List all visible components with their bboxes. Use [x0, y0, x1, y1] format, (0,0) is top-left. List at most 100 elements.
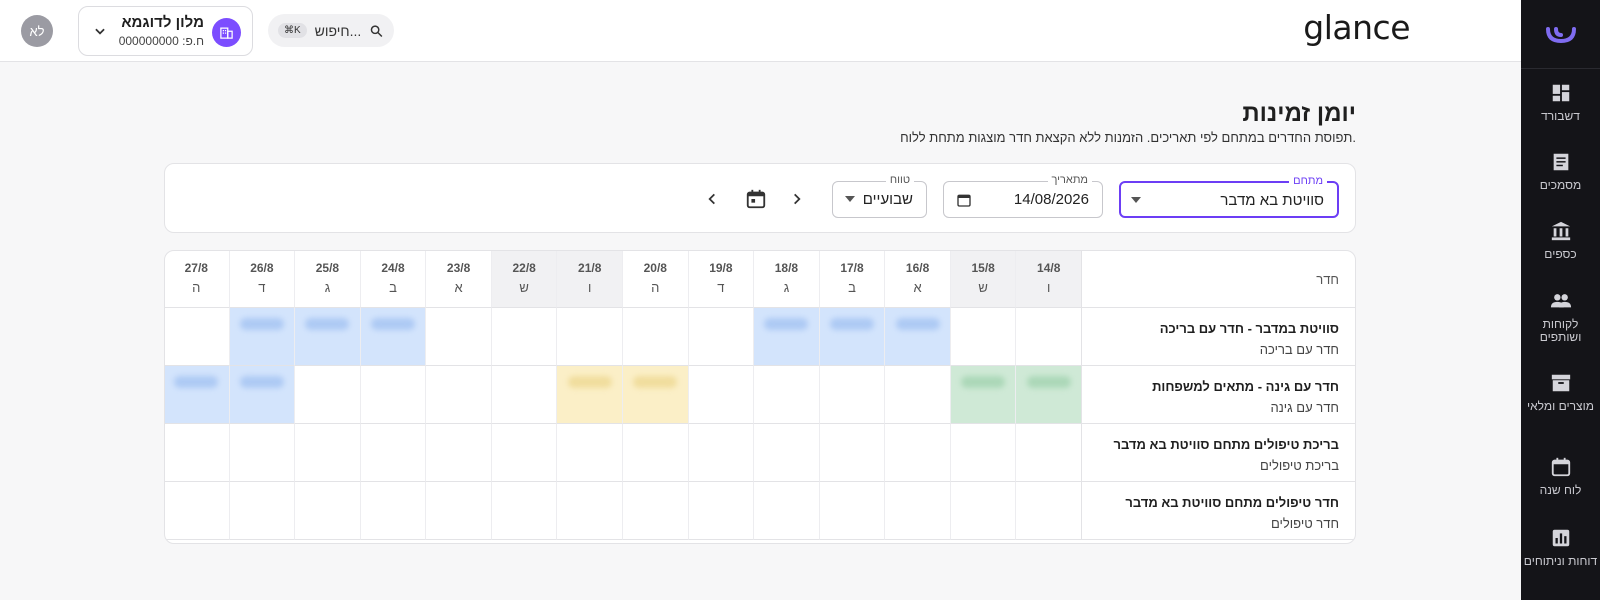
availability-cell[interactable] [556, 424, 622, 482]
availability-cell[interactable] [949, 482, 1016, 540]
availability-cell[interactable] [490, 308, 557, 366]
day-date: 25/8 [315, 261, 340, 275]
complex-select[interactable]: מתחם סוויטת בא מדבר [1119, 175, 1339, 218]
sidebar-item-documents[interactable]: מסמכים [1521, 151, 1600, 192]
booking-cell[interactable] [884, 308, 950, 366]
range-select[interactable]: טווח שבועיים [832, 174, 927, 218]
sidebar-item-reports[interactable]: דוחות וניתוחים [1521, 527, 1600, 568]
availability-cell[interactable] [359, 482, 426, 540]
availability-cell[interactable] [687, 482, 754, 540]
search-bar[interactable]: ⌘K חיפוש... [268, 14, 394, 47]
availability-cell[interactable] [556, 308, 622, 366]
range-value: שבועיים [862, 191, 913, 208]
availability-cell[interactable] [228, 424, 295, 482]
sidebar-item-customers[interactable]: לקוחות ושותפים [1521, 290, 1600, 344]
availability-cell[interactable] [753, 482, 819, 540]
availability-cell[interactable] [228, 482, 295, 540]
hotel-switcher[interactable]: מלון לדוגמא ח.פ: 000000000 [78, 6, 253, 56]
availability-cell[interactable] [818, 424, 885, 482]
availability-cell[interactable] [818, 366, 885, 424]
search-shortcut-badge: ⌘K [278, 23, 307, 38]
sidebar-item-calendar[interactable]: לוח שנה [1521, 456, 1600, 497]
availability-cell[interactable] [165, 482, 229, 540]
sidebar-item-dashboard[interactable]: דשבורד [1521, 82, 1600, 123]
room-type: בריכת טיפולים [1260, 458, 1339, 473]
availability-cell[interactable] [490, 482, 557, 540]
day-of-week: א [454, 280, 463, 295]
sidebar-item-products[interactable]: מוצרים ומלאי [1521, 372, 1600, 413]
booking-cell[interactable] [753, 308, 819, 366]
sidebar-item-label: מוצרים ומלאי [1527, 399, 1594, 413]
day-date: 14/8 [1037, 261, 1061, 275]
availability-cell[interactable] [294, 366, 360, 424]
next-period-button[interactable] [785, 187, 809, 211]
availability-cell[interactable] [556, 482, 622, 540]
range-label: טווח [885, 174, 914, 186]
booking-cell[interactable] [1015, 366, 1081, 424]
building-icon [212, 18, 241, 47]
day-date: 18/8 [774, 261, 799, 275]
booking-guest-label [830, 318, 875, 330]
availability-cell[interactable] [425, 424, 491, 482]
today-button[interactable] [742, 185, 770, 213]
availability-cell[interactable] [1015, 482, 1081, 540]
day-column-header: 14/8 ו [1015, 251, 1081, 308]
availability-cell[interactable] [490, 424, 557, 482]
booking-cell[interactable] [165, 366, 229, 424]
availability-cell[interactable] [753, 366, 819, 424]
availability-cell[interactable] [359, 424, 426, 482]
booking-guest-label [567, 376, 612, 388]
room-row-header[interactable]: סוויטת במדבר - חדר עם בריכה חדר עם בריכה [1081, 308, 1355, 366]
availability-cell[interactable] [1015, 424, 1081, 482]
availability-cell[interactable] [949, 424, 1016, 482]
booking-cell[interactable] [622, 366, 688, 424]
availability-cell[interactable] [884, 366, 950, 424]
sidebar-item-label: לוח שנה [1539, 483, 1582, 497]
booking-cell[interactable] [556, 366, 622, 424]
availability-cell[interactable] [1015, 308, 1081, 366]
availability-cell[interactable] [490, 366, 557, 424]
booking-cell[interactable] [294, 308, 360, 366]
calendar-picker-icon[interactable] [956, 192, 972, 208]
availability-cell[interactable] [687, 366, 754, 424]
availability-cell[interactable] [425, 308, 491, 366]
booking-guest-label [633, 376, 678, 388]
availability-cell[interactable] [949, 308, 1016, 366]
availability-cell[interactable] [622, 308, 688, 366]
availability-cell[interactable] [884, 482, 950, 540]
availability-cell[interactable] [294, 482, 360, 540]
booking-cell[interactable] [949, 366, 1016, 424]
room-row-header[interactable]: חדר עם גינה - מתאים למשפחות חדר עם גינה [1081, 366, 1355, 424]
complex-value: סוויטת בא מדבר [1220, 192, 1324, 209]
booking-cell[interactable] [228, 308, 295, 366]
availability-cell[interactable] [359, 366, 426, 424]
availability-cell[interactable] [165, 308, 229, 366]
room-row-header[interactable]: בריכת טיפולים מתחם סוויטת בא מדבר בריכת ט… [1081, 424, 1355, 482]
day-date: 27/8 [184, 261, 208, 275]
room-type: חדר טיפולים [1270, 516, 1339, 531]
sidebar-item-label: לקוחות ושותפים [1539, 317, 1582, 344]
availability-cell[interactable] [425, 482, 491, 540]
availability-cell[interactable] [818, 482, 885, 540]
availability-cell[interactable] [687, 424, 754, 482]
availability-cell[interactable] [884, 424, 950, 482]
availability-cell[interactable] [753, 424, 819, 482]
availability-cell[interactable] [687, 308, 754, 366]
booking-cell[interactable] [359, 308, 426, 366]
booking-cell[interactable] [228, 366, 295, 424]
availability-cell[interactable] [165, 424, 229, 482]
chart-icon [1552, 529, 1569, 547]
room-row-header[interactable]: חדר טיפולים מתחם סוויטת בא מדבר חדר טיפול… [1081, 482, 1355, 540]
booking-cell[interactable] [818, 308, 885, 366]
sidebar-item-finance[interactable]: כספים [1521, 220, 1600, 261]
day-column-header: 20/8 ה [622, 251, 688, 308]
app-logo-icon[interactable] [1521, 18, 1600, 52]
chevron-left-icon [708, 193, 715, 205]
availability-cell[interactable] [622, 424, 688, 482]
availability-cell[interactable] [294, 424, 360, 482]
from-date-field[interactable]: מתאריך 14/08/2026 [943, 174, 1103, 218]
user-avatar[interactable]: לא [21, 15, 53, 47]
availability-cell[interactable] [622, 482, 688, 540]
prev-period-button[interactable] [700, 187, 724, 211]
availability-cell[interactable] [425, 366, 491, 424]
